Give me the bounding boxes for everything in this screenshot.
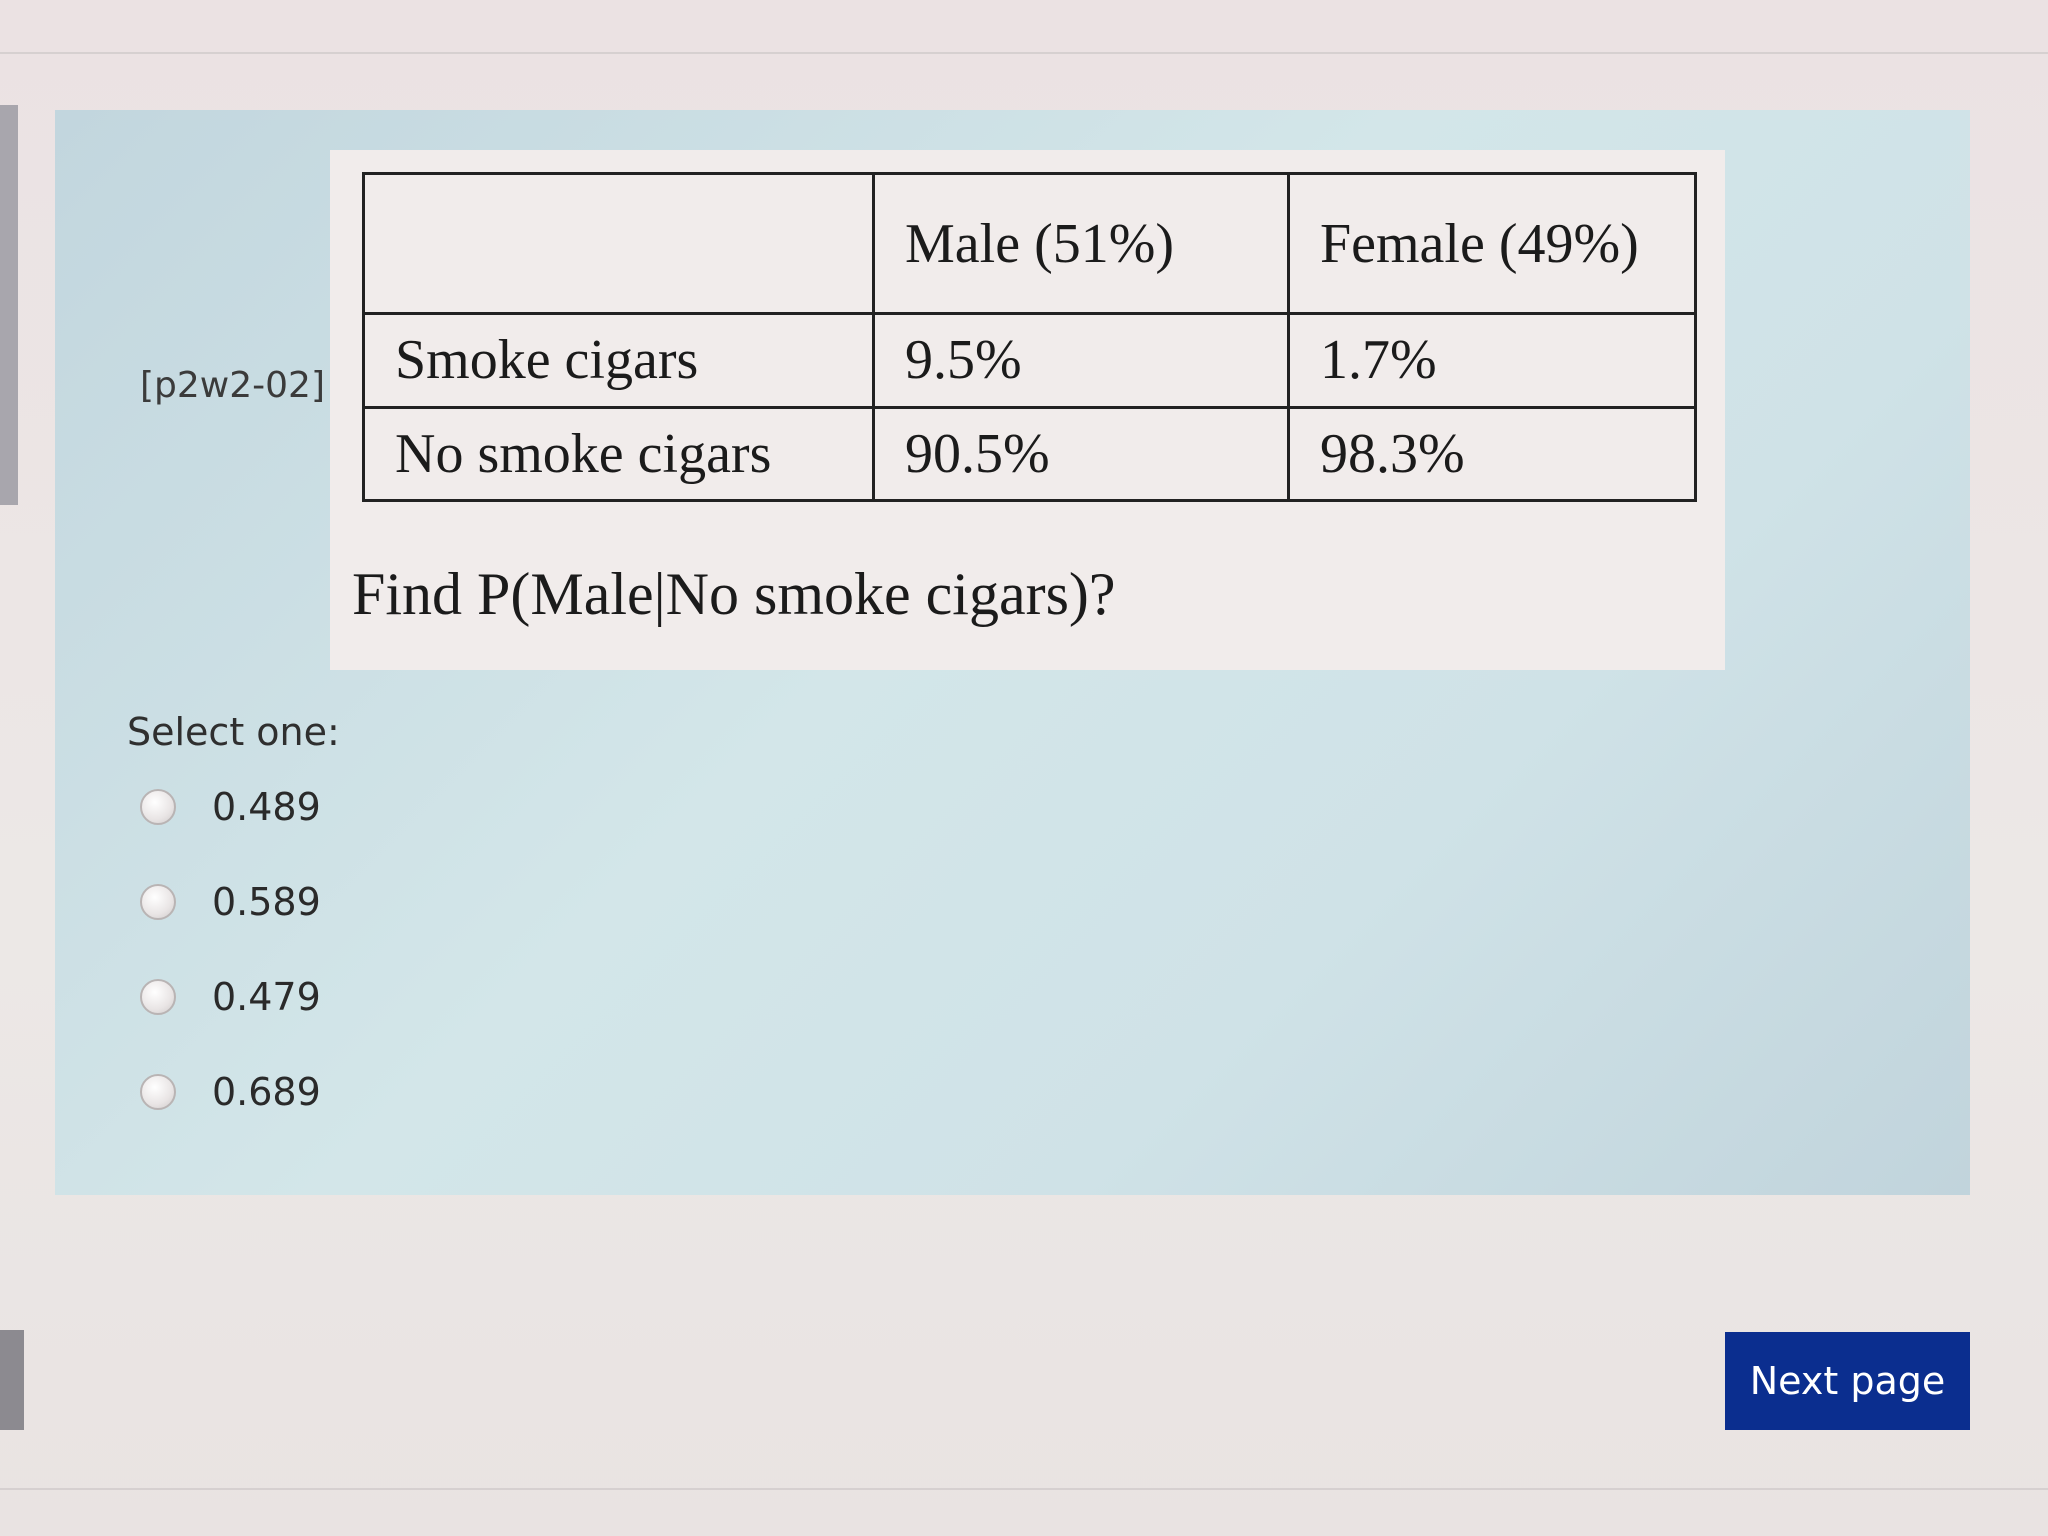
question-prompt: Find P(Male|No smoke cigars)? — [352, 561, 1116, 627]
answer-option-label: 0.479 — [212, 975, 321, 1019]
select-one-label: Select one: — [127, 710, 340, 754]
radio-button[interactable] — [140, 979, 176, 1015]
table-header-row: Male (51%) Female (49%) — [362, 172, 1697, 315]
answer-option-label: 0.589 — [212, 880, 321, 924]
radio-button[interactable] — [140, 1074, 176, 1110]
table-header-male: Male (51%) — [872, 172, 1290, 315]
answer-option[interactable]: 0.489 — [140, 785, 321, 829]
table-row: No smoke cigars 90.5% 98.3% — [362, 405, 1697, 502]
table-cell: 98.3% — [1287, 405, 1697, 502]
quiz-page: [p2w2-02] Male (51%) Female (49%) Smoke … — [0, 0, 2048, 1536]
answer-option[interactable]: 0.689 — [140, 1070, 321, 1114]
question-id: [p2w2-02] — [140, 365, 325, 406]
table-row: Smoke cigars 9.5% 1.7% — [362, 312, 1697, 409]
next-page-button[interactable]: Next page — [1725, 1332, 1970, 1430]
probability-table: Male (51%) Female (49%) Smoke cigars 9.5… — [362, 172, 1697, 502]
answer-option-label: 0.489 — [212, 785, 321, 829]
left-sidebar-edge — [0, 105, 18, 505]
table-corner-cell — [362, 172, 875, 315]
answer-option-label: 0.689 — [212, 1070, 321, 1114]
question-image: Male (51%) Female (49%) Smoke cigars 9.5… — [330, 150, 1725, 670]
table-header-female: Female (49%) — [1287, 172, 1697, 315]
bottom-divider — [0, 1488, 2048, 1490]
table-cell: 1.7% — [1287, 312, 1697, 409]
left-sidebar-edge-bottom — [0, 1330, 24, 1430]
answer-option[interactable]: 0.479 — [140, 975, 321, 1019]
top-divider — [0, 52, 2048, 54]
radio-button[interactable] — [140, 884, 176, 920]
table-cell: 90.5% — [872, 405, 1290, 502]
answer-option[interactable]: 0.589 — [140, 880, 321, 924]
table-cell: 9.5% — [872, 312, 1290, 409]
radio-button[interactable] — [140, 789, 176, 825]
table-row-label: No smoke cigars — [362, 405, 875, 502]
table-row-label: Smoke cigars — [362, 312, 875, 409]
